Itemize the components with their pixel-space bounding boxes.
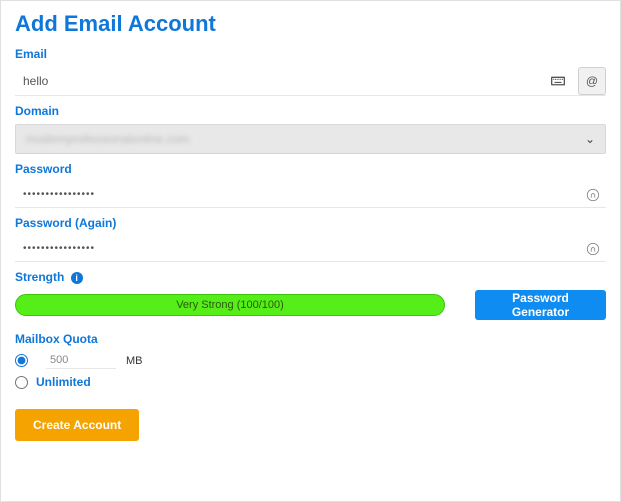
domain-select[interactable]: modernprofessionalonline.com ⌄ xyxy=(15,124,606,154)
email-row: @ xyxy=(15,67,606,96)
keyboard-icon xyxy=(550,76,566,86)
reveal-password-again-icon[interactable] xyxy=(584,240,602,258)
password-input[interactable] xyxy=(15,182,584,207)
info-icon[interactable]: i xyxy=(71,272,83,284)
create-account-button[interactable]: Create Account xyxy=(15,409,139,441)
quota-unlimited-radio[interactable] xyxy=(15,376,28,389)
at-button[interactable]: @ xyxy=(578,67,606,95)
quota-label: Mailbox Quota xyxy=(15,332,606,346)
strength-row: Very Strong (100/100) Password Generator xyxy=(15,290,606,320)
chevron-down-icon: ⌄ xyxy=(585,132,595,146)
password-row xyxy=(15,182,606,208)
quota-custom-radio[interactable] xyxy=(15,354,28,367)
domain-label: Domain xyxy=(15,104,606,118)
domain-value: modernprofessionalonline.com xyxy=(26,132,189,146)
quota-unit: MB xyxy=(126,355,143,367)
password-generator-button[interactable]: Password Generator xyxy=(475,290,606,320)
reveal-password-icon[interactable] xyxy=(584,186,602,204)
email-label: Email xyxy=(15,47,606,61)
quota-custom-row: MB xyxy=(15,352,606,369)
password-again-input[interactable] xyxy=(15,236,584,261)
quota-unlimited-row: Unlimited xyxy=(15,375,606,389)
strength-label: Strength i xyxy=(15,270,606,284)
password-again-label: Password (Again) xyxy=(15,216,606,230)
password-label: Password xyxy=(15,162,606,176)
quota-value-input[interactable] xyxy=(46,352,116,369)
email-input[interactable] xyxy=(15,67,550,95)
quota-unlimited-label: Unlimited xyxy=(36,375,91,389)
page-title: Add Email Account xyxy=(15,11,606,37)
password-again-row xyxy=(15,236,606,262)
strength-meter: Very Strong (100/100) xyxy=(15,294,445,316)
